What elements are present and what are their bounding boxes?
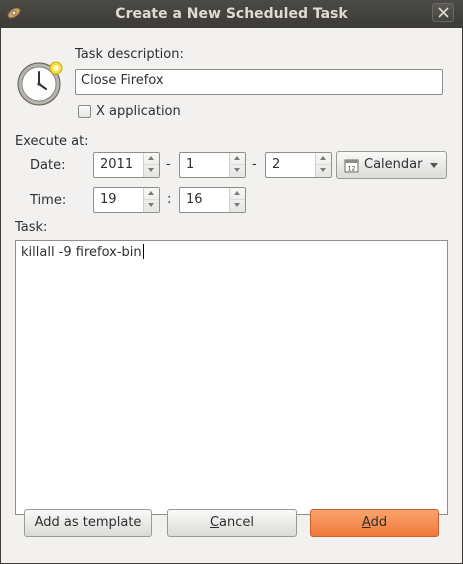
day-spinner[interactable]: 2 [265,152,332,178]
arrow-down-icon [148,168,154,172]
task-description-input[interactable]: Close Firefox [75,69,443,95]
minute-spinner[interactable]: 16 [179,187,246,213]
calendar-button-label: Calendar [364,157,423,172]
year-value[interactable]: 2011 [100,153,133,177]
task-command-textarea[interactable]: killall -9 firefox-bin [15,240,448,515]
arrow-up-icon [234,156,240,160]
year-decrement-button[interactable] [144,165,159,177]
month-decrement-button[interactable] [230,165,245,177]
arrow-down-icon [234,203,240,207]
minute-increment-button[interactable] [230,188,245,200]
arrow-down-icon [320,168,326,172]
year-increment-button[interactable] [144,153,159,165]
arrow-down-icon [234,168,240,172]
task-command-text[interactable]: killall -9 firefox-bin [21,245,142,260]
day-decrement-button[interactable] [316,165,331,177]
year-spinner[interactable]: 2011 [93,152,160,178]
arrow-up-icon [148,191,154,195]
hour-spinner[interactable]: 19 [93,187,160,213]
day-increment-button[interactable] [316,153,331,165]
calendar-button[interactable]: 12 Calendar [336,151,447,179]
day-value[interactable]: 2 [272,153,280,177]
execute-at-label: Execute at: [15,134,89,149]
x-application-label[interactable]: X application [96,104,181,119]
hour-increment-button[interactable] [144,188,159,200]
add-mnemonic: A [361,515,371,530]
cancel-label: ancel [219,515,255,530]
time-separator: : [167,192,172,207]
task-description-label: Task description: [75,47,184,62]
month-value[interactable]: 1 [186,153,194,177]
text-cursor [142,244,144,259]
add-button[interactable]: Add [310,509,439,537]
title-bar[interactable]: Create a New Scheduled Task [0,0,463,29]
dialog-body: Task description: Close Firefox X applic… [1,28,462,563]
arrow-down-icon [148,203,154,207]
arrow-up-icon [320,156,326,160]
calendar-icon: 12 [344,159,359,173]
window-title: Create a New Scheduled Task [115,6,348,22]
cancel-mnemonic: C [209,515,220,530]
minute-decrement-button[interactable] [230,200,245,212]
cancel-button[interactable]: Cancel [167,509,297,537]
hour-value[interactable]: 19 [100,188,117,212]
dialog-window: Create a New Scheduled Task Task descrip… [0,0,463,564]
arrow-up-icon [234,191,240,195]
minute-value[interactable]: 16 [186,188,203,212]
time-label: Time: [30,193,67,208]
date-separator: - [252,157,257,172]
task-label: Task: [15,220,48,235]
date-label: Date: [30,158,66,173]
x-application-checkbox[interactable] [78,105,91,118]
arrow-up-icon [148,156,154,160]
hour-decrement-button[interactable] [144,200,159,212]
date-separator: - [166,157,171,172]
close-icon [438,7,449,18]
add-as-template-button[interactable]: Add as template [24,509,152,537]
month-spinner[interactable]: 1 [179,152,246,178]
add-label: dd [370,515,388,530]
month-increment-button[interactable] [230,153,245,165]
svg-text:12: 12 [348,166,356,173]
chevron-down-icon [430,163,438,168]
clock-icon [17,61,63,106]
close-button[interactable] [432,3,454,22]
